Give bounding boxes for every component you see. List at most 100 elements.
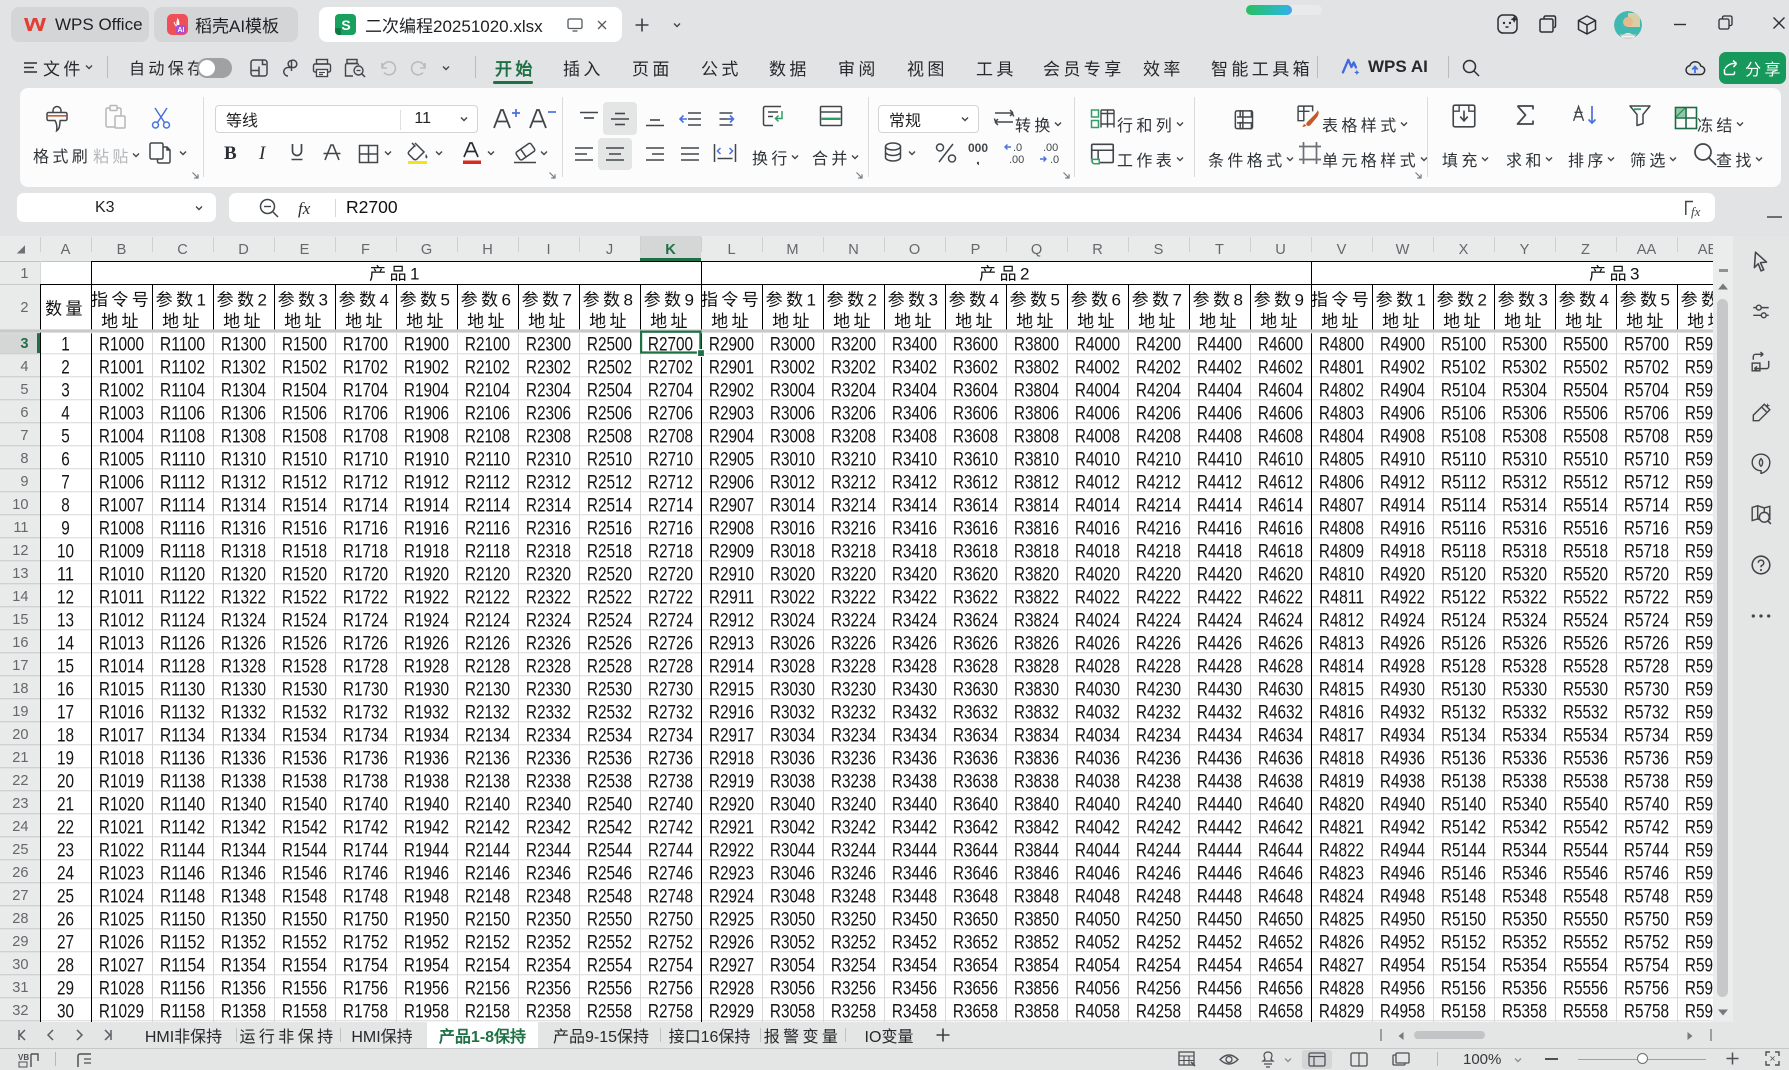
svg-text:R1912: R1912 (404, 472, 449, 494)
svg-text:R3404: R3404 (892, 380, 937, 402)
svg-text:R3824: R3824 (1014, 610, 1059, 632)
svg-text:R5514: R5514 (1563, 495, 1608, 517)
svg-text:R2326: R2326 (526, 633, 571, 655)
svg-text:R2338: R2338 (526, 771, 571, 793)
svg-text:R4052: R4052 (1075, 932, 1120, 954)
svg-text:R1914: R1914 (404, 495, 449, 517)
svg-text:R5716: R5716 (1624, 518, 1669, 540)
svg-text:R3242: R3242 (831, 817, 876, 839)
svg-text:R4814: R4814 (1319, 656, 1364, 678)
svg-text:R1746: R1746 (343, 863, 388, 885)
svg-text:R3842: R3842 (1014, 817, 1059, 839)
svg-text:R4252: R4252 (1136, 932, 1181, 954)
svg-text:R4048: R4048 (1075, 886, 1120, 908)
svg-text:R4809: R4809 (1319, 541, 1364, 563)
svg-text:R4044: R4044 (1075, 840, 1120, 862)
svg-text:M: M (786, 242, 798, 258)
svg-text:R1528: R1528 (282, 656, 327, 678)
svg-text:29: 29 (12, 934, 28, 950)
svg-text:13: 13 (12, 566, 28, 582)
svg-text:R5102: R5102 (1441, 357, 1486, 379)
svg-text:R1538: R1538 (282, 771, 327, 793)
svg-text:12: 12 (12, 543, 28, 559)
svg-text:R3424: R3424 (892, 610, 937, 632)
svg-text:R3034: R3034 (770, 725, 815, 747)
svg-text:R4930: R4930 (1380, 679, 1425, 701)
svg-text:R1714: R1714 (343, 495, 388, 517)
svg-text:24: 24 (12, 819, 28, 835)
svg-text:R3434: R3434 (892, 725, 937, 747)
svg-text:A: A (61, 242, 71, 258)
svg-text:R2552: R2552 (587, 932, 632, 954)
svg-text:R4620: R4620 (1258, 564, 1303, 586)
svg-text:R4238: R4238 (1136, 771, 1181, 793)
svg-text:R2356: R2356 (526, 978, 571, 1000)
svg-text:R5738: R5738 (1624, 771, 1669, 793)
svg-text:R3032: R3032 (770, 702, 815, 724)
svg-text:R4034: R4034 (1075, 725, 1120, 747)
svg-text:R4400: R4400 (1197, 334, 1242, 356)
svg-text:R4246: R4246 (1136, 863, 1181, 885)
svg-text:R2524: R2524 (587, 610, 632, 632)
svg-text:R3038: R3038 (770, 771, 815, 793)
svg-text:R2902: R2902 (709, 380, 754, 402)
svg-text:R3000: R3000 (770, 334, 815, 356)
svg-text:R1348: R1348 (221, 886, 266, 908)
svg-text:R4807: R4807 (1319, 495, 1364, 517)
svg-text:R1110: R1110 (160, 449, 205, 471)
svg-text:3: 3 (20, 336, 28, 352)
svg-text:R1906: R1906 (404, 403, 449, 425)
svg-text:地址: 地址 (284, 312, 325, 331)
svg-text:R1148: R1148 (160, 886, 205, 908)
svg-text:R1546: R1546 (282, 863, 327, 885)
svg-text:R2336: R2336 (526, 748, 571, 770)
svg-text:R2706: R2706 (648, 403, 693, 425)
svg-text:R4030: R4030 (1075, 679, 1120, 701)
svg-text:R4902: R4902 (1380, 357, 1425, 379)
svg-text:R5120: R5120 (1441, 564, 1486, 586)
svg-text:R2730: R2730 (648, 679, 693, 701)
svg-text:参数1: 参数1 (1376, 291, 1430, 310)
svg-text:地址: 地址 (162, 312, 203, 331)
svg-text:R2754: R2754 (648, 955, 693, 977)
svg-text:R1536: R1536 (282, 748, 327, 770)
svg-text:R4628: R4628 (1258, 656, 1303, 678)
svg-text:20: 20 (12, 727, 28, 743)
svg-text:R4008: R4008 (1075, 426, 1120, 448)
svg-text:R5134: R5134 (1441, 725, 1486, 747)
svg-text:R3226: R3226 (831, 633, 876, 655)
svg-text:R2316: R2316 (526, 518, 571, 540)
svg-text:R3446: R3446 (892, 863, 937, 885)
svg-text:R4820: R4820 (1319, 794, 1364, 816)
svg-text:参数5: 参数5 (1010, 291, 1064, 310)
svg-text:23: 23 (12, 796, 28, 812)
svg-text:R1150: R1150 (160, 909, 205, 931)
svg-text:R3244: R3244 (831, 840, 876, 862)
svg-text:R1526: R1526 (282, 633, 327, 655)
svg-text:参数5: 参数5 (1620, 291, 1674, 310)
svg-text:R2912: R2912 (709, 610, 754, 632)
svg-text:R4608: R4608 (1258, 426, 1303, 448)
svg-text:R1126: R1126 (160, 633, 205, 655)
svg-text:5: 5 (61, 426, 70, 448)
svg-text:T: T (1215, 242, 1224, 258)
svg-text:R4822: R4822 (1319, 840, 1364, 862)
svg-text:R5510: R5510 (1563, 449, 1608, 471)
svg-text:R1314: R1314 (221, 495, 266, 517)
svg-text:R5116: R5116 (1441, 518, 1486, 540)
svg-text:R5702: R5702 (1624, 357, 1669, 379)
svg-text:R1514: R1514 (282, 495, 327, 517)
svg-text:R4826: R4826 (1319, 932, 1364, 954)
svg-text:R5328: R5328 (1502, 656, 1547, 678)
svg-text:R1532: R1532 (282, 702, 327, 724)
svg-text:R4938: R4938 (1380, 771, 1425, 793)
svg-text:R4014: R4014 (1075, 495, 1120, 517)
svg-text:R4805: R4805 (1319, 449, 1364, 471)
svg-text:地址: 地址 (406, 312, 447, 331)
svg-text:R5352: R5352 (1502, 932, 1547, 954)
svg-text:R4422: R4422 (1197, 587, 1242, 609)
svg-text:R4004: R4004 (1075, 380, 1120, 402)
svg-text:R2146: R2146 (465, 863, 510, 885)
svg-text:R4806: R4806 (1319, 472, 1364, 494)
svg-text:R5314: R5314 (1502, 495, 1547, 517)
